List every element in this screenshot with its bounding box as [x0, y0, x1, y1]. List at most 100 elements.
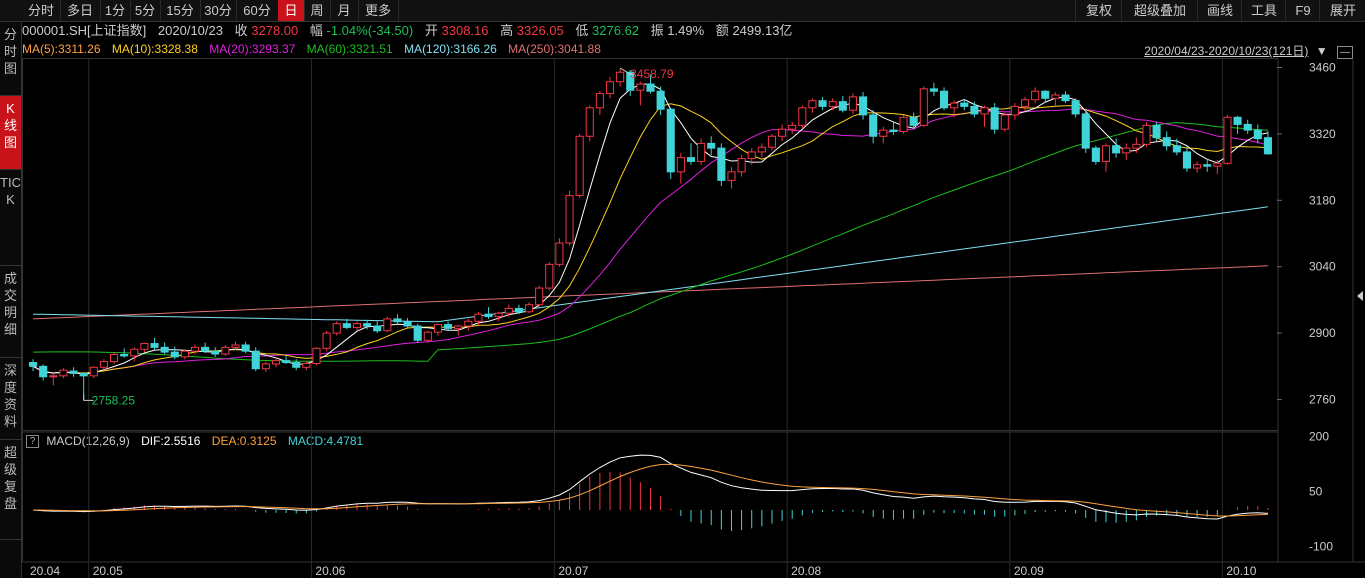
open-value: 3308.16: [441, 23, 489, 38]
candle-body: [939, 90, 949, 109]
candle-body: [241, 344, 250, 352]
candle-body: [433, 324, 442, 333]
candle-body: [1203, 164, 1212, 167]
toolbar-button-3[interactable]: 工具: [1241, 0, 1286, 21]
candle-body: [69, 370, 78, 374]
sidebar-item-5[interactable]: 超级复盘: [0, 440, 21, 540]
candle-body: [271, 360, 281, 365]
candle-body: [848, 96, 857, 111]
candle-body: [1041, 90, 1050, 99]
period-tab-1[interactable]: 多日: [60, 0, 101, 21]
period-tab-5[interactable]: 30分: [200, 0, 237, 21]
candle-body: [1213, 162, 1222, 167]
candle-body: [565, 195, 574, 244]
toolbar-button-2[interactable]: 画线: [1197, 0, 1242, 21]
period-tab-4[interactable]: 15分: [160, 0, 201, 21]
period-tab-3[interactable]: 5分: [130, 0, 161, 21]
quote-bar: 000001.SH[上证指数] 2020/10/23 收 3278.00 幅 -…: [22, 22, 800, 40]
candle-body: [29, 362, 38, 367]
period-toolbar: 分时 多日 1分 5分 15分 30分 60分日周月更多 展开 F9 工具 画线 超级叠加 复权: [0, 0, 1365, 22]
candle-body: [39, 365, 48, 378]
candle-body: [140, 343, 149, 350]
candle-body: [737, 158, 746, 173]
candle-body: [808, 100, 817, 109]
toolbar-button-4[interactable]: F9: [1285, 0, 1320, 21]
date-label: 20.04: [30, 564, 60, 578]
ma10-label: MA(10):3328.38: [111, 42, 198, 56]
candle-body: [180, 350, 189, 358]
ma20-label: MA(20):3293.37: [209, 42, 296, 56]
macd-tick-label: 200: [1309, 430, 1329, 444]
close-label: 收: [234, 23, 248, 38]
amount-label: 额: [715, 23, 729, 38]
ma120-label: MA(120):3166.26: [404, 42, 497, 56]
kline-chart[interactable]: 3460 3320 3180 3040 2900 2760 200 50 -100 20.04 20…: [22, 58, 1365, 578]
date-range[interactable]: 2020/04/23-2020/10/23(121日) ▼ —: [1144, 43, 1353, 59]
candle-body: [423, 331, 432, 341]
period-tab-10[interactable]: 更多: [358, 0, 399, 21]
toolbar-button-0[interactable]: 复权: [1075, 0, 1122, 21]
sidebar-item-0[interactable]: 分时图: [0, 22, 21, 96]
candle-body: [79, 372, 88, 377]
toolbar-button-1[interactable]: 超级叠加: [1121, 0, 1198, 21]
price-tick-label: 3320: [1309, 127, 1336, 141]
sidebar: 分时图 K线图 TICK 成交明细 深度资料 超级复盘: [0, 22, 22, 578]
date-label: 20.07: [558, 564, 588, 578]
candle-body: [322, 332, 331, 349]
candle-body: [717, 147, 726, 181]
candle-body: [666, 108, 675, 173]
candle-body: [444, 324, 453, 329]
period-tab-8[interactable]: 周: [304, 0, 331, 21]
stock-code[interactable]: 000001.SH[上证指数]: [22, 23, 146, 38]
amount-value: 2499.13亿: [732, 23, 793, 38]
candle-body: [1182, 151, 1192, 169]
range-dropdown-icon[interactable]: ▼: [1316, 44, 1328, 58]
candle-body: [970, 105, 979, 115]
sidebar-item-3[interactable]: 成交明细: [0, 266, 21, 358]
candle-body: [494, 312, 503, 318]
price-tick-label: 2900: [1309, 326, 1336, 340]
candle-body: [89, 366, 98, 377]
sidebar-item-4[interactable]: 深度资料: [0, 358, 21, 440]
candle-body: [1233, 116, 1242, 125]
candle-body: [697, 142, 706, 162]
period-tab-7[interactable]: 日: [278, 0, 305, 21]
period-tab-0[interactable]: 分时: [22, 0, 61, 21]
candle-body: [535, 287, 544, 306]
period-tab-9[interactable]: 月: [330, 0, 359, 21]
candle-body: [616, 71, 625, 83]
period-tab-6[interactable]: 60分: [236, 0, 279, 21]
ma120-line: [33, 206, 1268, 323]
candle-body: [342, 323, 351, 328]
candle-body: [859, 96, 868, 116]
candle-body: [282, 360, 291, 364]
candle-body: [302, 362, 311, 368]
close-value: 3278.00: [251, 23, 299, 38]
candle-body: [1091, 147, 1100, 162]
ma-legend: MA(5):3311.26 MA(10):3328.38 MA(20):3293…: [22, 41, 609, 57]
candle-body: [960, 102, 969, 107]
candle-body: [109, 353, 119, 363]
scroll-right-icon[interactable]: [1357, 291, 1363, 301]
candle-body: [899, 116, 908, 133]
date-range-text: 2020/04/23-2020/10/23(121日): [1144, 44, 1309, 58]
candle-body: [950, 102, 959, 109]
candle-body: [403, 321, 412, 327]
candle-body: [211, 350, 220, 355]
candle-body: [1081, 113, 1090, 149]
toolbar-button-5[interactable]: 展开: [1319, 0, 1365, 21]
candle-body: [464, 320, 473, 327]
sidebar-item-1[interactable]: K线图: [0, 96, 21, 170]
candle-body: [59, 369, 68, 377]
candle-body: [1142, 124, 1151, 145]
sidebar-item-2[interactable]: TICK: [0, 170, 21, 266]
candle-body: [575, 135, 584, 197]
date-label: 20.10: [1226, 564, 1256, 578]
candle-body: [1263, 137, 1272, 155]
candle-body: [818, 100, 827, 107]
candle-body: [1172, 145, 1181, 153]
candle-body: [545, 263, 554, 289]
period-tab-2[interactable]: 1分: [100, 0, 131, 21]
candle-body: [231, 344, 240, 348]
date-label: 20.08: [791, 564, 821, 578]
